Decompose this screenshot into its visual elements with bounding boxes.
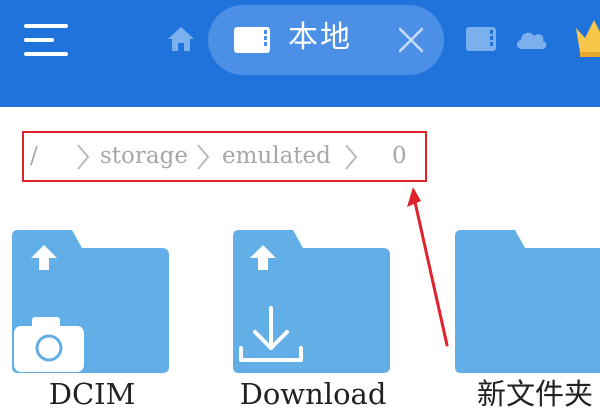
home-icon[interactable] (166, 24, 196, 54)
chevron-right-icon (77, 144, 90, 170)
folder-icon (455, 230, 600, 373)
sd-card-icon[interactable] (466, 26, 496, 52)
tab-local[interactable]: 本地 (208, 5, 444, 75)
breadcrumb-item-0[interactable]: 0 (392, 139, 407, 173)
folder-download[interactable]: Download (233, 228, 393, 411)
top-app-bar: 本地 (0, 0, 600, 107)
breadcrumb-item-root[interactable]: / (30, 139, 38, 173)
sd-card-icon (234, 27, 270, 53)
tab-local-label: 本地 (288, 20, 352, 55)
folder-icon (233, 230, 390, 373)
cloud-icon[interactable] (514, 27, 548, 51)
chevron-right-icon (197, 144, 210, 170)
folder-new[interactable]: 新文件夹 (455, 228, 600, 411)
folder-name: Download (239, 377, 387, 411)
annotation-arrow (407, 187, 449, 347)
folder-icon (12, 230, 169, 373)
breadcrumb: / storage emulated 0 (22, 131, 427, 182)
folder-name: DCIM (48, 377, 136, 411)
chevron-right-icon (345, 144, 358, 170)
folder-dcim[interactable]: DCIM (12, 228, 172, 411)
close-icon[interactable] (396, 25, 426, 55)
hamburger-menu-icon[interactable] (20, 18, 72, 62)
breadcrumb-item-storage[interactable]: storage (100, 139, 188, 173)
folder-name: 新文件夹 (476, 377, 593, 411)
crown-icon[interactable] (574, 14, 600, 58)
breadcrumb-item-emulated[interactable]: emulated (222, 139, 331, 173)
